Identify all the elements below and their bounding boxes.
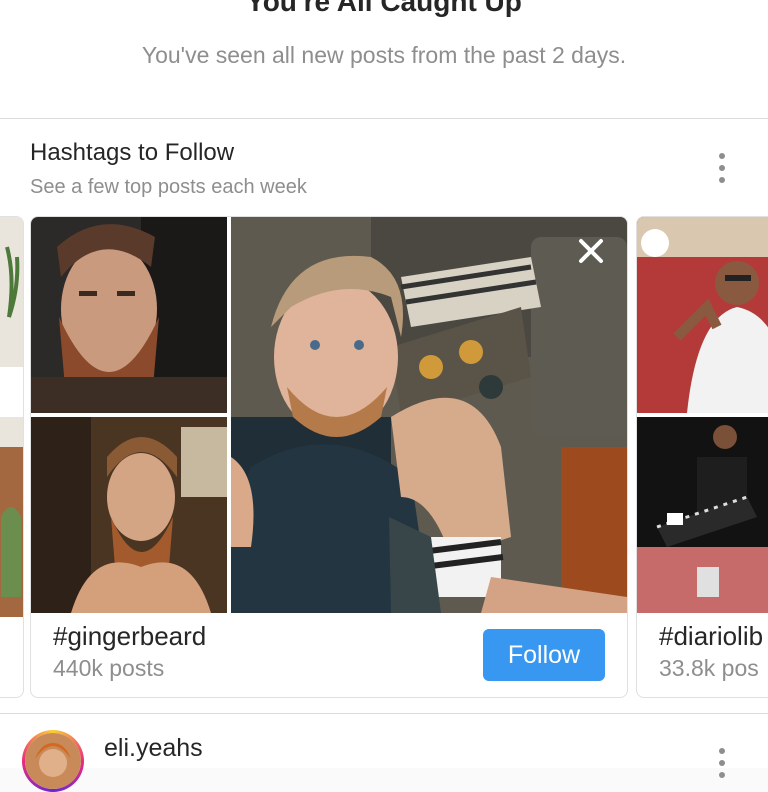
hashtag-name: #diariolib bbox=[659, 621, 764, 651]
card-photo bbox=[31, 217, 227, 413]
hashtag-card-previous[interactable] bbox=[0, 216, 24, 698]
hashtag-post-count: 33.8k pos bbox=[659, 655, 759, 681]
card-photo bbox=[231, 217, 627, 613]
hashtag-card-diariolib[interactable]: #diariolib 33.8k pos bbox=[636, 216, 768, 698]
card-photo bbox=[637, 417, 768, 613]
card-photo bbox=[0, 217, 23, 617]
section-subtitle: See a few top posts each week bbox=[30, 176, 307, 198]
avatar[interactable] bbox=[22, 730, 84, 792]
hashtags-to-follow-section: Hashtags to Follow See a few top posts e… bbox=[0, 119, 768, 714]
card-photo bbox=[637, 217, 768, 413]
hashtag-name: #gingerbeard bbox=[53, 621, 207, 651]
post-header: eli.yeahs bbox=[0, 714, 768, 792]
hashtag-post-count: 440k posts bbox=[53, 655, 165, 681]
caught-up-title: You're All Caught Up bbox=[246, 0, 522, 17]
section-title: Hashtags to Follow bbox=[30, 139, 235, 166]
more-vertical-icon[interactable] bbox=[712, 748, 732, 788]
close-icon[interactable] bbox=[569, 229, 613, 273]
more-vertical-icon[interactable] bbox=[712, 153, 732, 193]
hashtag-card-gingerbeard[interactable]: #gingerbeard 440k posts Follow bbox=[30, 216, 628, 698]
caught-up-subtitle: You've seen all new posts from the past … bbox=[141, 42, 627, 68]
follow-button[interactable]: Follow bbox=[483, 629, 605, 681]
caught-up-banner: You're All Caught Up You've seen all new… bbox=[0, 0, 768, 119]
card-photo bbox=[31, 417, 227, 613]
avatar-photo bbox=[25, 733, 81, 789]
post-username[interactable]: eli.yeahs bbox=[104, 734, 203, 763]
